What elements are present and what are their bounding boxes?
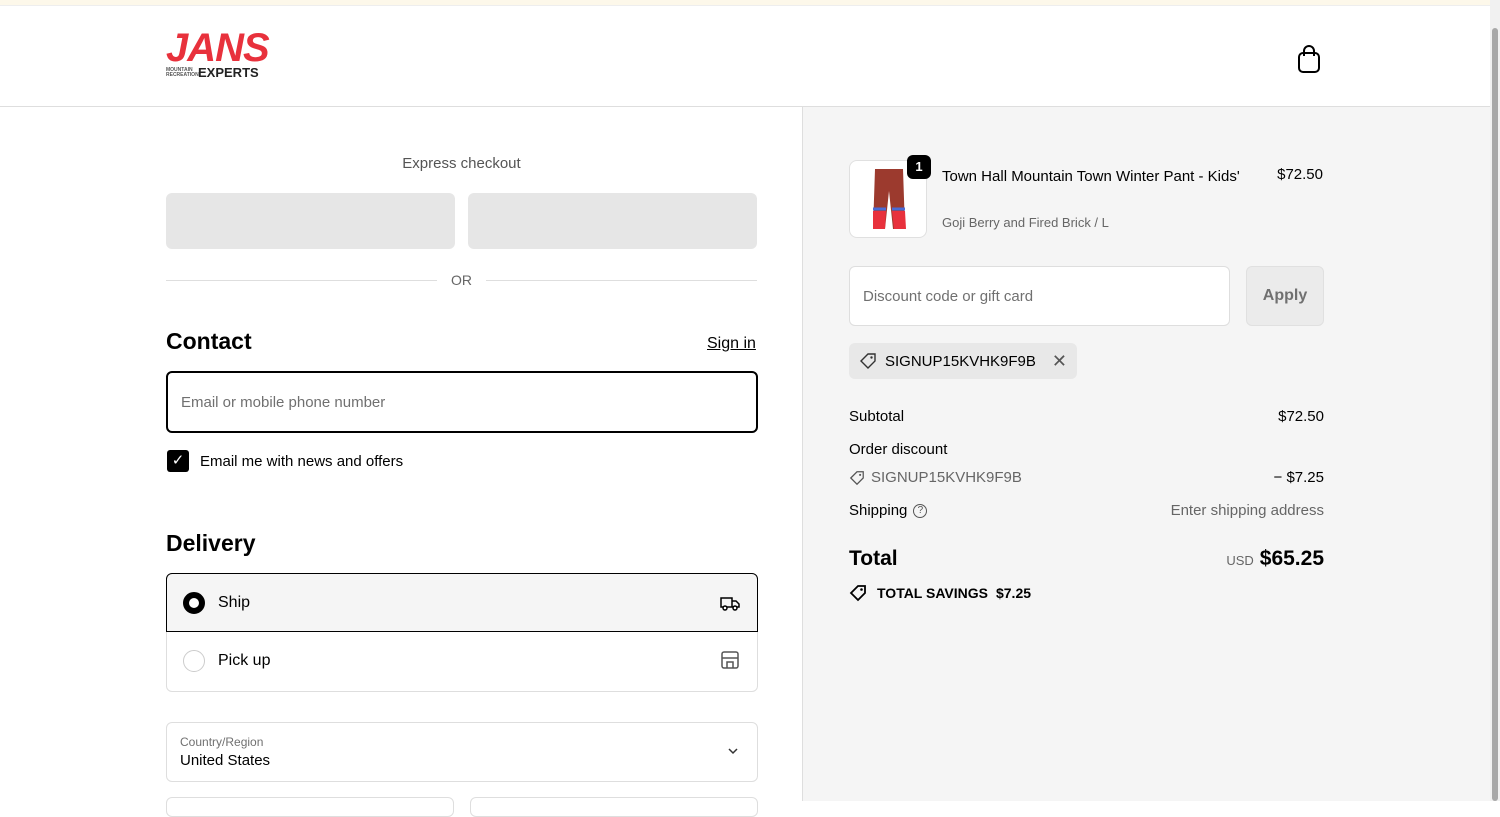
savings-value: $7.25 (995, 585, 1032, 601)
shopping-bag-icon[interactable] (1296, 44, 1322, 74)
delivery-option-ship[interactable]: Ship (166, 573, 758, 632)
chevron-down-icon (728, 748, 738, 755)
help-icon[interactable]: ? (913, 503, 928, 518)
total-value: $65.25 (1259, 547, 1324, 570)
shipping-label: Shipping (849, 502, 908, 519)
subtotal-label: Subtotal (849, 408, 905, 425)
total-savings: TOTAL SAVINGS $7.25 (849, 584, 1031, 602)
news-label: Email me with news and offers (200, 452, 404, 470)
order-discount-row: Order discount (849, 441, 1324, 458)
product-name: Town Hall Mountain Town Winter Pant - Ki… (942, 168, 1240, 185)
scrollbar-thumb[interactable] (1492, 28, 1498, 801)
applied-discount-tag: SIGNUP15KVHK9F9B ✕ (849, 343, 1077, 379)
country-select[interactable]: Country/Region United States (166, 722, 758, 782)
first-name-input[interactable] (166, 797, 454, 817)
applied-code: SIGNUP15KVHK9F9B (885, 352, 1036, 370)
express-checkout-title: Express checkout (402, 155, 521, 172)
remove-discount-icon[interactable]: ✕ (1052, 351, 1067, 372)
product-price: $72.50 (1277, 166, 1323, 183)
product-variant: Goji Berry and Fired Brick / L (942, 215, 1109, 230)
delivery-option-pickup[interactable]: Pick up (167, 631, 757, 690)
total-row: Total USD $65.25 (849, 547, 1324, 571)
order-summary: 1 Town Hall Mountain Town Winter Pant - … (802, 107, 1490, 801)
savings-label: TOTAL SAVINGS (877, 585, 988, 601)
radio-ship[interactable] (183, 591, 205, 614)
country-label: Country/Region (180, 735, 264, 749)
logo[interactable]: JANS MOUNTAIN RECREATION EXPERTS (166, 26, 270, 80)
shipping-value: Enter shipping address (1170, 502, 1324, 519)
email-input[interactable]: Email or mobile phone number (166, 371, 758, 433)
discount-amount: − $7.25 (1273, 469, 1324, 486)
currency: USD (1226, 553, 1254, 568)
shipping-row: Shipping? Enter shipping address (849, 502, 1324, 519)
radio-pickup[interactable] (183, 649, 205, 672)
delivery-heading: Delivery (166, 530, 256, 556)
logo-sub: EXPERTS (198, 65, 259, 80)
express-pay-button-1[interactable] (166, 193, 455, 249)
truck-icon (720, 597, 740, 611)
tag-icon (860, 353, 876, 369)
contact-heading: Contact (166, 328, 252, 354)
quantity-badge: 1 (907, 155, 931, 179)
or-text: OR (451, 272, 472, 288)
savings-tag-icon (849, 585, 866, 602)
ship-label: Ship (218, 593, 251, 611)
logo-text: JANS (166, 26, 270, 70)
pickup-label: Pick up (218, 651, 271, 669)
express-pay-button-2[interactable] (468, 193, 757, 249)
subtotal-value: $72.50 (1278, 408, 1324, 425)
delivery-options: Ship Pick up (166, 573, 758, 692)
subtotal-row: Subtotal $72.50 (849, 408, 1324, 425)
discount-code-row: SIGNUP15KVHK9F9B − $7.25 (849, 469, 1324, 486)
logo-small: MOUNTAIN RECREATION (166, 67, 199, 78)
discount-code: SIGNUP15KVHK9F9B (871, 469, 1022, 486)
order-discount-label: Order discount (849, 441, 948, 458)
tag-icon (849, 470, 864, 485)
header: JANS MOUNTAIN RECREATION EXPERTS (0, 6, 1490, 107)
or-divider: OR (166, 272, 757, 288)
country-value: United States (180, 752, 271, 769)
discount-input[interactable]: Discount code or gift card (849, 266, 1230, 326)
scrollbar[interactable] (1490, 0, 1500, 801)
last-name-input[interactable] (470, 797, 758, 817)
news-checkbox[interactable]: ✓ Email me with news and offers (167, 450, 403, 472)
sign-in-link[interactable]: Sign in (707, 335, 756, 353)
total-label: Total (849, 547, 898, 570)
store-icon (721, 651, 739, 669)
checkmark-icon: ✓ (167, 450, 189, 472)
checkout-form: Express checkout OR Contact Sign in Emai… (0, 107, 802, 817)
apply-button[interactable]: Apply (1246, 266, 1324, 326)
